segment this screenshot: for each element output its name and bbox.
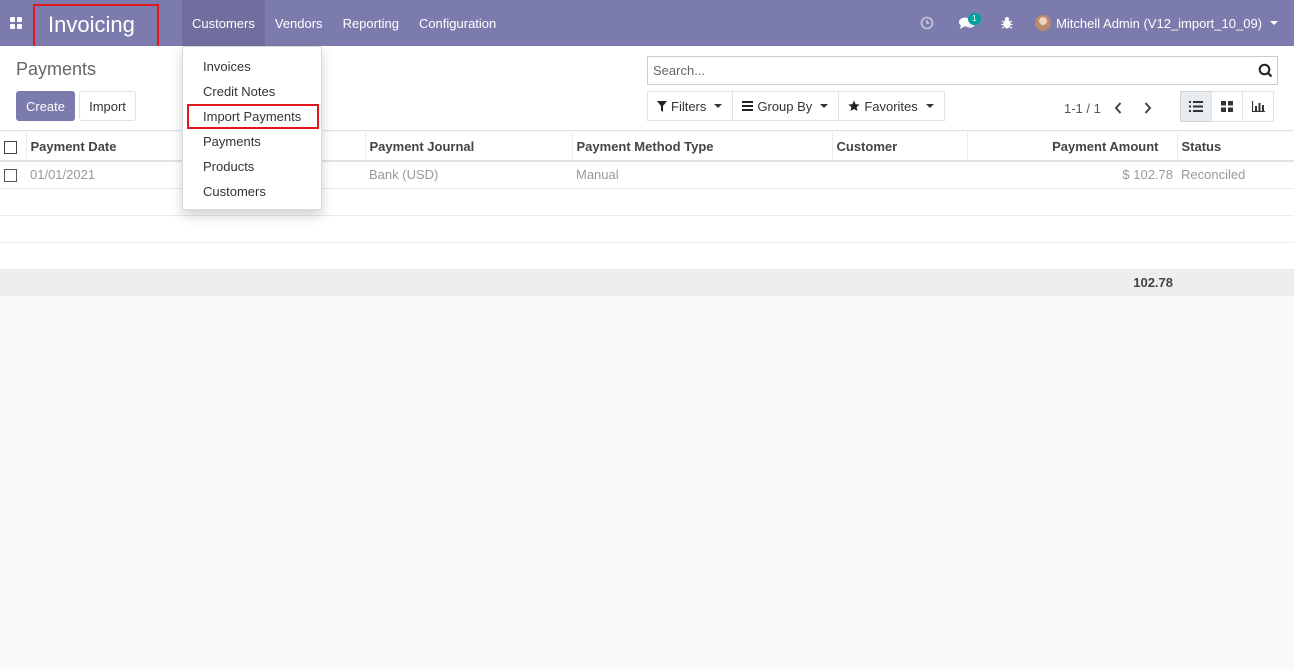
- cell-payment-method: Manual: [572, 161, 832, 189]
- menu-customers[interactable]: Customers: [182, 0, 265, 46]
- column-status[interactable]: Status: [1176, 132, 1294, 162]
- menu-reporting[interactable]: Reporting: [333, 0, 409, 46]
- filters-label: Filters: [671, 98, 707, 114]
- user-name: Mitchell Admin (V12_import_10_09): [1056, 15, 1262, 31]
- pager: 1-1 / 1: [1064, 98, 1161, 118]
- dropdown-item-invoices[interactable]: Invoices: [183, 54, 321, 79]
- dropdown-item-products[interactable]: Products: [183, 154, 321, 179]
- group-by-button[interactable]: Group By: [732, 91, 840, 121]
- column-customer[interactable]: Customer: [831, 132, 967, 162]
- page-title: Payments: [16, 59, 97, 79]
- row-select-cell: [0, 161, 26, 189]
- kanban-view-icon[interactable]: [1211, 91, 1243, 122]
- search-options: Filters Group By Favorites: [647, 91, 945, 121]
- select-all-cell: [0, 132, 26, 162]
- table-footer: 102.78: [0, 268, 1294, 296]
- chevron-down-icon: [1270, 21, 1278, 25]
- filter-icon: [657, 100, 667, 112]
- activity-clock-icon[interactable]: [907, 0, 947, 46]
- dropdown-item-customers[interactable]: Customers: [183, 179, 321, 204]
- cell-status: Reconciled: [1177, 161, 1294, 189]
- dropdown-item-import-payments[interactable]: Import Payments: [187, 104, 319, 129]
- search-bar: [647, 56, 1278, 85]
- messages-chat-icon[interactable]: 1: [947, 0, 987, 46]
- select-all-checkbox[interactable]: [4, 140, 17, 154]
- chevron-left-icon[interactable]: [1105, 98, 1131, 118]
- cell-payment-amount: $ 102.78: [967, 161, 1177, 189]
- graph-view-icon[interactable]: [1242, 91, 1274, 122]
- list-view-icon[interactable]: [1180, 91, 1212, 122]
- search-input[interactable]: [648, 63, 1253, 78]
- favorites-button[interactable]: Favorites: [838, 91, 945, 121]
- chevron-down-icon: [714, 104, 723, 108]
- column-payment-method-type[interactable]: Payment Method Type: [571, 132, 832, 162]
- favorites-label: Favorites: [864, 98, 918, 114]
- cell-customer: [832, 161, 967, 189]
- total-amount: 102.78: [967, 268, 1177, 296]
- menu-configuration[interactable]: Configuration: [409, 0, 506, 46]
- view-switcher: [1180, 91, 1274, 122]
- top-navbar: Invoicing Customers Vendors Reporting Co…: [0, 0, 1294, 49]
- user-menu[interactable]: Mitchell Admin (V12_import_10_09): [1027, 0, 1294, 46]
- app-brand[interactable]: Invoicing: [33, 4, 159, 49]
- star-icon: [848, 100, 860, 112]
- systray: 1 Mitchell Admin (V12_import_10_09): [907, 0, 1294, 46]
- chevron-down-icon: [925, 104, 934, 108]
- row-checkbox[interactable]: [4, 169, 17, 183]
- main-menu: Customers Vendors Reporting Configuratio…: [182, 0, 506, 46]
- pager-value[interactable]: 1-1 / 1: [1064, 101, 1101, 116]
- search-icon[interactable]: [1253, 63, 1277, 78]
- dropdown-item-credit-notes[interactable]: Credit Notes: [183, 79, 321, 104]
- cell-payment-journal: Bank (USD): [365, 161, 572, 189]
- apps-grid-icon: [10, 17, 22, 29]
- group-by-label: Group By: [757, 98, 813, 114]
- column-payment-journal[interactable]: Payment Journal: [364, 132, 572, 162]
- chevron-right-icon[interactable]: [1135, 98, 1161, 118]
- empty-row: [0, 242, 1294, 270]
- customers-dropdown-menu: Invoices Credit Notes Import Payments Pa…: [182, 46, 322, 210]
- column-payment-amount[interactable]: Payment Amount: [966, 132, 1177, 162]
- avatar: [1035, 15, 1052, 31]
- dropdown-item-payments[interactable]: Payments: [183, 129, 321, 154]
- message-count-badge: 1: [968, 13, 981, 25]
- filters-button[interactable]: Filters: [647, 91, 734, 121]
- import-button[interactable]: Import: [79, 91, 136, 121]
- create-button[interactable]: Create: [16, 91, 75, 121]
- chevron-down-icon: [820, 104, 829, 108]
- debug-bug-icon[interactable]: [987, 0, 1027, 46]
- bars-icon: [742, 101, 754, 111]
- empty-row: [0, 215, 1294, 243]
- menu-vendors[interactable]: Vendors: [265, 0, 333, 46]
- apps-menu-button[interactable]: [0, 0, 32, 46]
